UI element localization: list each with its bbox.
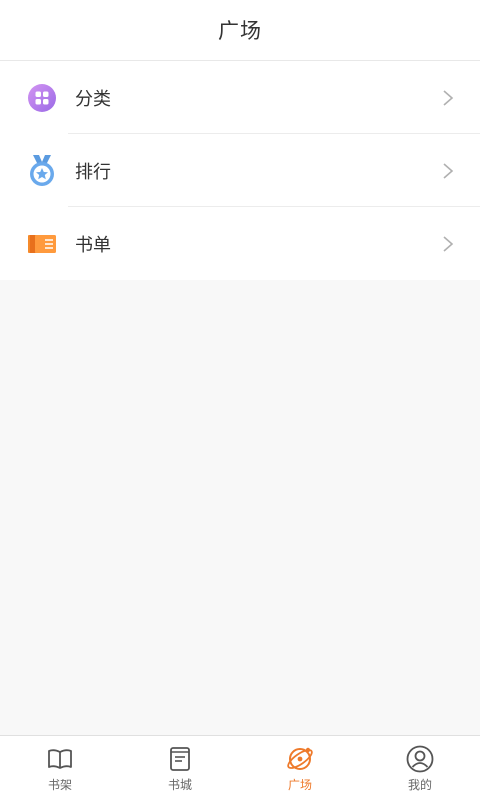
chevron-right-icon (443, 235, 454, 252)
top-bar: 广场 (0, 0, 480, 61)
profile-icon (405, 744, 435, 774)
tab-label: 书城 (167, 778, 192, 792)
plaza-icon (285, 744, 315, 774)
menu-item-label: 分类 (75, 88, 111, 110)
booklist-icon (27, 227, 57, 261)
menu-item-ranking[interactable]: 排行 (0, 134, 480, 207)
tab-bookshelf[interactable]: 书架 (0, 736, 120, 800)
tab-label: 我的 (407, 778, 432, 792)
tab-label: 广场 (287, 778, 312, 792)
category-icon (27, 81, 57, 115)
plaza-menu: 分类 排行 书单 (0, 61, 480, 280)
medal-icon (27, 154, 57, 188)
page-title: 广场 (218, 19, 262, 43)
menu-item-category[interactable]: 分类 (0, 61, 480, 134)
chevron-right-icon (443, 162, 454, 179)
tab-plaza[interactable]: 广场 (240, 736, 360, 800)
menu-item-label: 书单 (75, 234, 111, 256)
tab-label: 书架 (47, 778, 72, 792)
bookstore-icon (165, 744, 195, 774)
bookshelf-icon (45, 744, 75, 774)
chevron-right-icon (443, 89, 454, 106)
tab-bookstore[interactable]: 书城 (120, 736, 240, 800)
menu-item-booklist[interactable]: 书单 (0, 207, 480, 280)
tab-profile[interactable]: 我的 (360, 736, 480, 800)
menu-item-label: 排行 (75, 161, 111, 183)
bottom-tab-bar: 书架 书城 广场 我的 (0, 735, 480, 800)
